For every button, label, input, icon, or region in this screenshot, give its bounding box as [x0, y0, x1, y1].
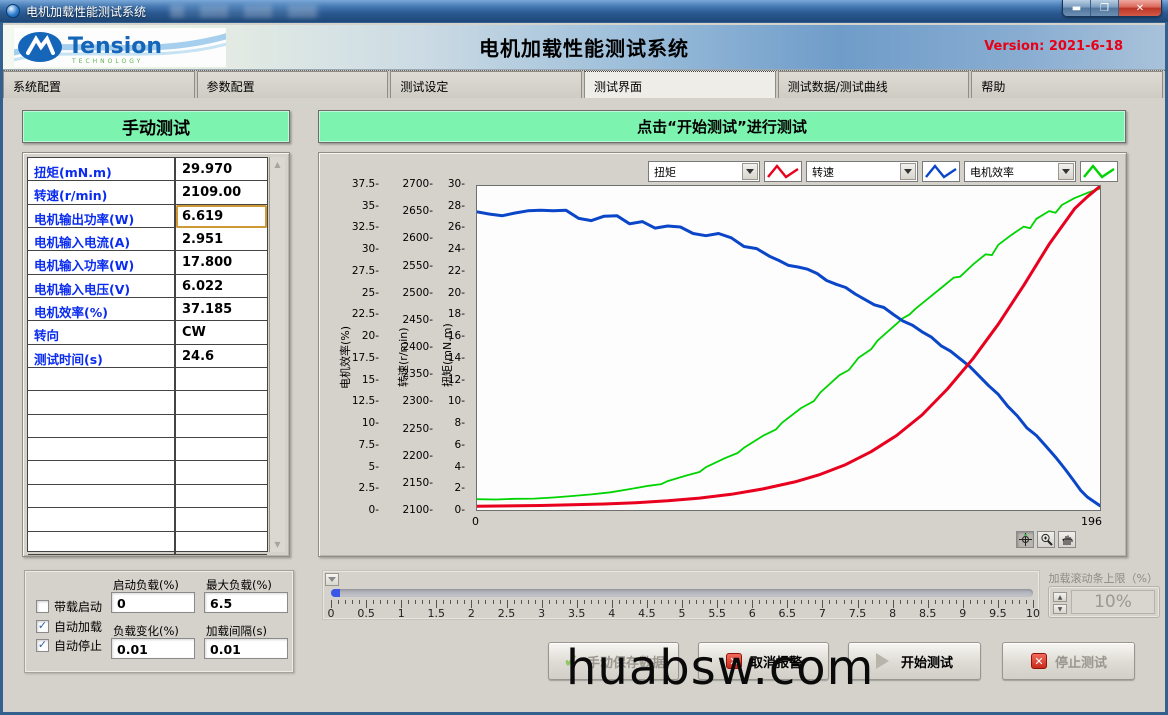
table-row: 转速(r/min)2109.00	[28, 181, 267, 204]
tab-parameter-config[interactable]: 参数配置	[197, 71, 389, 98]
torque-axis-ticks: 0-2-4-6-8-10-12-14-16-18-20-22-24-26-28-…	[427, 185, 465, 511]
table-row-empty	[28, 438, 267, 461]
slider-track[interactable]	[331, 589, 1033, 597]
efficiency-line-icon	[1080, 161, 1118, 182]
table-row-empty	[28, 415, 267, 438]
tension-logo: Tension TECHNOLOGY	[14, 28, 226, 67]
tab-bar: 系统配置 参数配置 测试设定 测试界面 测试数据/测试曲线 帮助	[3, 70, 1165, 98]
stop-test-button[interactable]: ✕ 停止测试	[1002, 642, 1135, 680]
torque-line-icon	[764, 161, 802, 182]
red-x-icon: ✕	[1030, 652, 1048, 670]
crosshair-tool[interactable]	[1016, 531, 1034, 548]
start-test-banner: 点击“开始测试”进行测试	[318, 110, 1126, 143]
efficiency-axis-ticks: 0-2.5-5-7.5-10-12.5-15-17.5-20-22.5-25-2…	[333, 185, 379, 511]
load-interval-input[interactable]: 0.01	[204, 638, 288, 659]
table-row-empty	[28, 508, 267, 531]
header: Tension TECHNOLOGY 电机加载性能测试系统 Version: 2…	[3, 25, 1165, 70]
checkbox-icon[interactable]	[36, 639, 49, 652]
start-load-label: 启动负载(%)	[113, 577, 179, 593]
table-row-empty	[28, 461, 267, 484]
titlebar[interactable]: 电机加载性能测试系统 ▬ ❐ ✕	[0, 0, 1168, 22]
table-row-empty	[28, 368, 267, 391]
max-load-input[interactable]: 6.5	[204, 592, 288, 613]
app-icon	[6, 4, 20, 18]
load-interval-label: 加载间隔(s)	[206, 623, 267, 639]
load-settings-group: 带载启动 自动加载 自动停止 启动负载(%) 0 最大负载(%) 6.5 负载变…	[24, 570, 294, 673]
tab-help[interactable]: 帮助	[971, 71, 1163, 98]
chevron-down-icon[interactable]	[742, 163, 758, 180]
version-label: Version: 2021-6-18	[984, 39, 1123, 54]
load-slider-group: 00.511.522.533.544.555.566.577.588.599.5…	[322, 570, 1040, 620]
close-button[interactable]: ✕	[1119, 0, 1161, 16]
chart-legend: 扭矩 转速 电机效率	[648, 161, 1118, 182]
start-load-input[interactable]: 0	[111, 592, 195, 613]
logo-subtext: TECHNOLOGY	[71, 58, 143, 65]
checkbox-auto-stop[interactable]: 自动停止	[36, 637, 102, 654]
table-row: 测试时间(s)24.6	[28, 345, 267, 368]
scroll-limit-label: 加载滚动条上限（%）	[1049, 570, 1158, 586]
spinner-up-icon[interactable]: ▲	[1053, 592, 1067, 602]
table-row: 电机输入电压(V)6.022	[28, 275, 267, 298]
curves-svg	[477, 186, 1100, 510]
max-load-label: 最大负载(%)	[206, 577, 272, 593]
speed-line-icon	[922, 161, 960, 182]
play-icon	[876, 652, 894, 670]
scroll-down-icon[interactable]: ▼	[270, 537, 285, 552]
maximize-button[interactable]: ❐	[1091, 0, 1119, 16]
table-row: 电机输入功率(W)17.800	[28, 251, 267, 274]
app-window: 电机加载性能测试系统 ▬ ❐ ✕ Tension TECHNOLOGY 电机加载…	[0, 0, 1168, 715]
tab-test-setting[interactable]: 测试设定	[390, 71, 582, 98]
checkbox-auto-load[interactable]: 自动加载	[36, 618, 102, 635]
chevron-down-icon[interactable]	[1058, 163, 1074, 180]
watermark: huabsw.com	[566, 640, 874, 696]
series-select-speed[interactable]: 转速	[806, 161, 918, 182]
checkbox-icon[interactable]	[36, 620, 49, 633]
selected-cell[interactable]: 6.619	[176, 205, 267, 228]
load-change-input[interactable]: 0.01	[111, 638, 195, 659]
checkbox-load-start[interactable]: 带载启动	[36, 598, 102, 615]
tab-test-data-curves[interactable]: 测试数据/测试曲线	[778, 71, 970, 98]
series-select-torque[interactable]: 扭矩	[648, 161, 760, 182]
measurement-table: 扭矩(mN.m)29.970 转速(r/min)2109.00 电机输出功率(W…	[27, 157, 268, 552]
slider-fill	[331, 589, 340, 597]
table-row-empty	[28, 532, 267, 555]
scroll-limit-spinner: ▲ ▼ 10%	[1048, 586, 1160, 618]
redacted-text	[170, 5, 320, 18]
chevron-down-icon[interactable]	[900, 163, 916, 180]
window-title: 电机加载性能测试系统	[26, 3, 146, 20]
table-scrollbar[interactable]: ▲ ▼	[269, 157, 285, 552]
graph-palette	[1016, 531, 1076, 548]
plot-area[interactable]	[476, 185, 1101, 511]
measurement-table-panel: 扭矩(mN.m)29.970 转速(r/min)2109.00 电机输出功率(W…	[22, 152, 290, 557]
slider-handle[interactable]	[325, 573, 339, 586]
manual-test-button[interactable]: 手动测试	[22, 110, 290, 143]
table-row-empty	[28, 485, 267, 508]
table-row: 电机效率(%)37.185	[28, 298, 267, 321]
scroll-limit-value[interactable]: 10%	[1071, 590, 1155, 614]
chart-panel: 扭矩 转速 电机效率 电机效率(%) 转速(r/min) 扭矩(mN.	[318, 152, 1127, 557]
pan-tool[interactable]	[1058, 531, 1076, 548]
table-row: 电机输入电流(A)2.951	[28, 228, 267, 251]
series-select-efficiency[interactable]: 电机效率	[964, 161, 1076, 182]
tab-system-config[interactable]: 系统配置	[3, 71, 195, 98]
tab-test-interface[interactable]: 测试界面	[584, 71, 776, 98]
table-row-empty	[28, 391, 267, 414]
x-max-label: 196	[1081, 515, 1102, 528]
table-row: 扭矩(mN.m)29.970	[28, 158, 267, 181]
load-change-label: 负载变化(%)	[113, 623, 179, 639]
slider-labels: 00.511.522.533.544.555.566.577.588.599.5…	[331, 607, 1033, 620]
spinner-down-icon[interactable]: ▼	[1053, 604, 1067, 614]
x-min-label: 0	[472, 515, 479, 528]
checkbox-icon[interactable]	[36, 600, 49, 613]
table-row: 电机输出功率(W)6.619	[28, 205, 267, 228]
page-title: 电机加载性能测试系统	[479, 33, 689, 62]
minimize-button[interactable]: ▬	[1063, 0, 1091, 16]
table-row: 转向CW	[28, 321, 267, 344]
logo-text: Tension	[68, 34, 162, 59]
zoom-tool[interactable]	[1037, 531, 1055, 548]
scroll-up-icon[interactable]: ▲	[270, 157, 285, 172]
